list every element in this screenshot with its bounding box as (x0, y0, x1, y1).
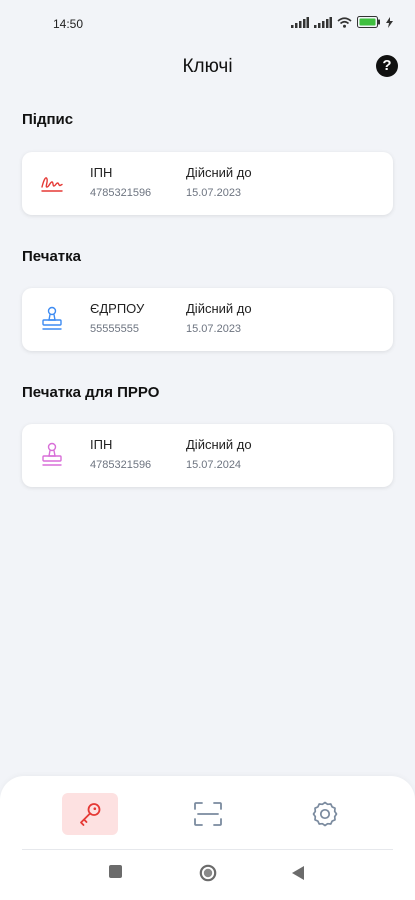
id-column: ЄДРПОУ 55555555 (90, 301, 144, 335)
status-icons (291, 16, 393, 28)
id-column: ІПН 4785321596 (90, 165, 151, 199)
id-value: 4785321596 (90, 187, 152, 199)
nav-item-scan[interactable] (180, 793, 236, 835)
id-column: ІПН 4785321596 (90, 437, 151, 471)
id-label: ІПН (90, 165, 113, 180)
system-recents-button[interactable] (109, 865, 122, 883)
help-button[interactable]: ? (376, 55, 398, 77)
section-title-signature: Підпис (22, 111, 74, 128)
signal-icon (314, 16, 332, 28)
id-label: ЄДРПОУ (90, 301, 145, 316)
valid-label: Дійсний до (186, 165, 252, 180)
page-title: Ключі (182, 56, 233, 77)
nav-divider (22, 849, 393, 850)
system-back-button[interactable] (292, 866, 304, 885)
system-home-button[interactable] (199, 864, 217, 887)
stamp-icon (42, 442, 62, 466)
scan-icon (194, 802, 222, 826)
id-value: 4785321596 (90, 459, 152, 471)
status-time: 14:50 (53, 17, 84, 31)
valid-column: Дійсний до 15.07.2023 (186, 301, 252, 335)
app-header: Ключі ? (0, 48, 415, 86)
nav-item-settings[interactable] (297, 793, 353, 835)
valid-value: 15.07.2023 (186, 187, 242, 199)
nav-item-keys[interactable] (62, 793, 118, 835)
stamp-icon (42, 306, 62, 330)
id-value: 55555555 (90, 323, 139, 335)
section-title-stamp: Печатка (22, 248, 81, 265)
battery-icon (357, 16, 380, 28)
charging-icon (386, 16, 393, 28)
back-triangle-icon (292, 866, 304, 880)
square-icon (109, 865, 122, 878)
key-card-prro-stamp[interactable]: ІПН 4785321596 Дійсний до 15.07.2024 (22, 424, 393, 487)
signature-icon (41, 177, 63, 192)
circle-icon (199, 864, 217, 882)
valid-value: 15.07.2024 (186, 459, 242, 471)
status-bar: 14:50 (0, 0, 415, 48)
signal-icon (291, 16, 309, 28)
gear-icon (312, 801, 338, 827)
question-icon: ? (382, 57, 392, 74)
valid-value: 15.07.2023 (186, 323, 242, 335)
valid-label: Дійсний до (186, 437, 252, 452)
key-card-stamp[interactable]: ЄДРПОУ 55555555 Дійсний до 15.07.2023 (22, 288, 393, 351)
valid-column: Дійсний до 15.07.2024 (186, 437, 252, 471)
valid-label: Дійсний до (186, 301, 252, 316)
bottom-panel (0, 776, 415, 900)
key-card-signature[interactable]: ІПН 4785321596 Дійсний до 15.07.2023 (22, 152, 393, 215)
id-label: ІПН (90, 437, 113, 452)
valid-column: Дійсний до 15.07.2023 (186, 165, 252, 199)
key-icon (80, 803, 101, 826)
wifi-icon (337, 16, 352, 28)
section-title-prro-stamp: Печатка для ПРРО (22, 384, 160, 401)
